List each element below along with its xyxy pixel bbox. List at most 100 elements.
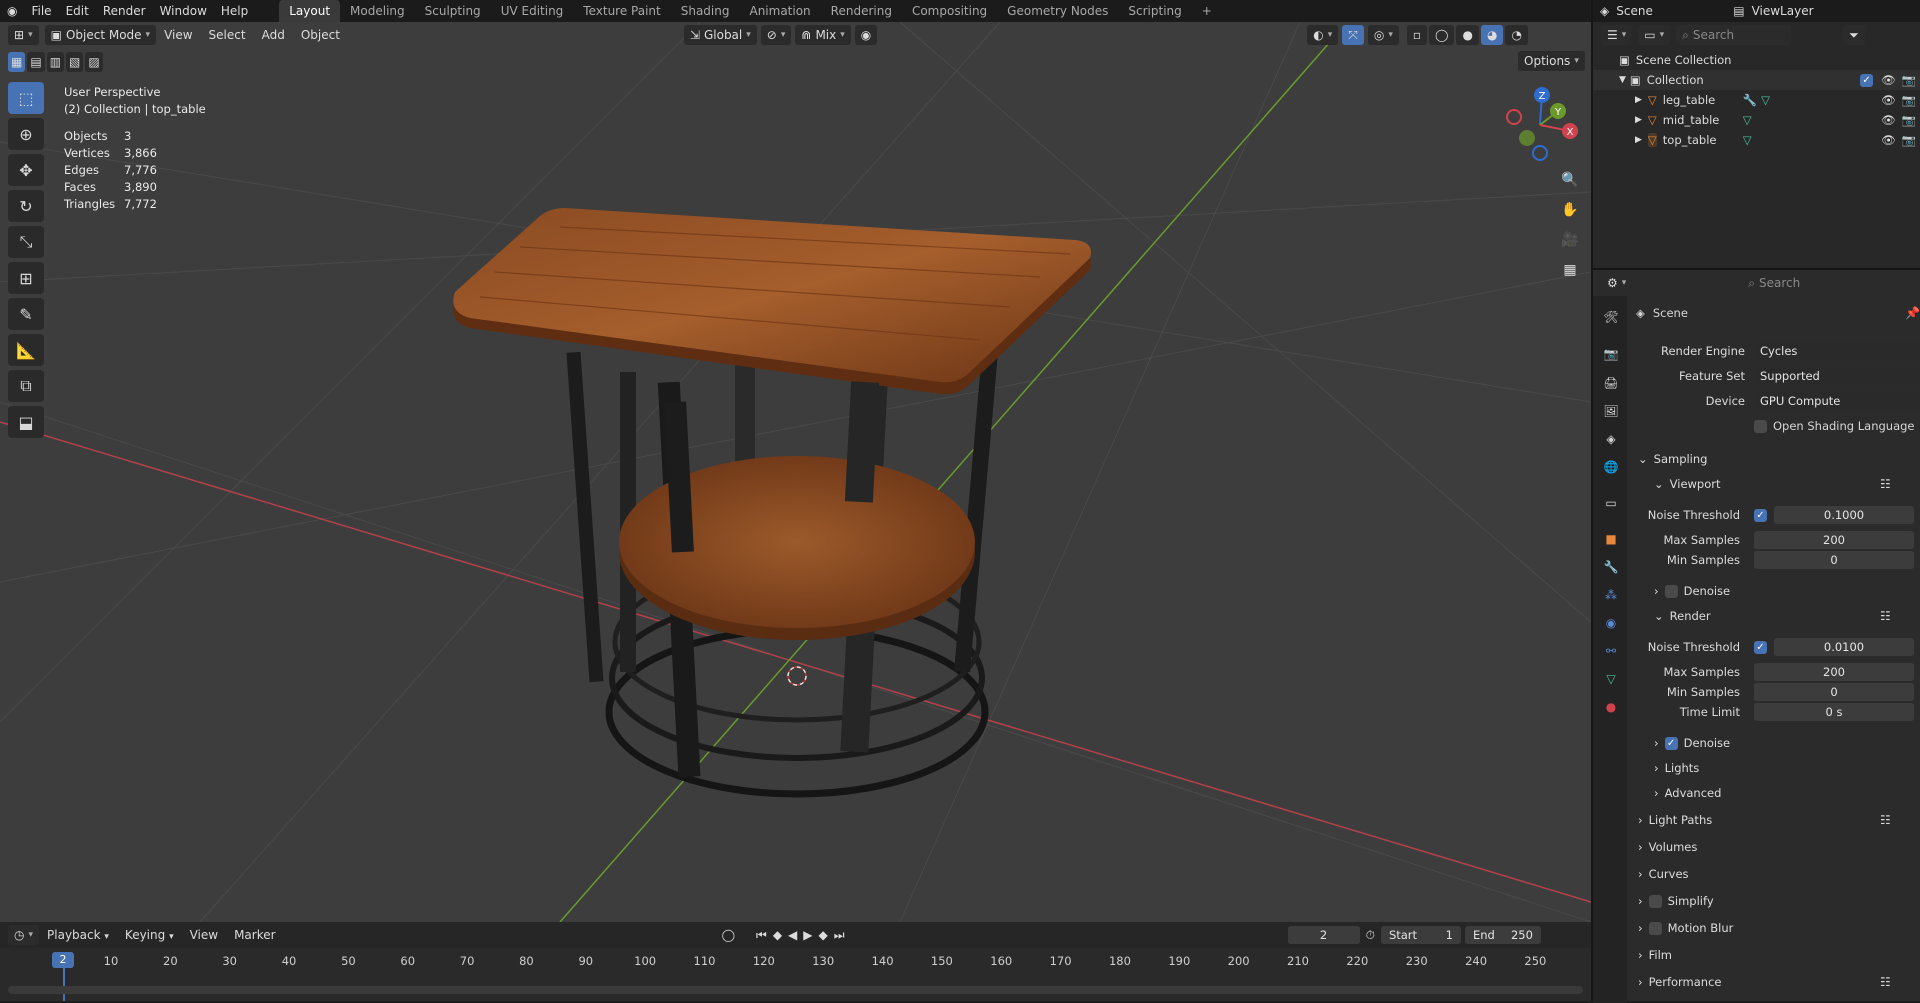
display-mode[interactable]: ▭ ▾	[1638, 25, 1671, 45]
motion-blur-panel[interactable]: › Motion Blur	[1638, 921, 1733, 935]
film-panel[interactable]: › Film	[1638, 948, 1672, 962]
camera-icon[interactable]: 📷	[1902, 93, 1916, 107]
navigation-gizmo[interactable]: Z Y X	[1500, 85, 1580, 165]
tab-animation[interactable]: Animation	[739, 0, 820, 22]
table-model[interactable]	[453, 208, 1092, 798]
properties-editor-type[interactable]: ⚙ ▾	[1601, 273, 1633, 293]
mesh-data-icon[interactable]: ▽	[1761, 93, 1881, 107]
playhead[interactable]: 2	[52, 952, 74, 968]
menu-edit[interactable]: Edit	[59, 0, 96, 22]
prev-keyframe-icon[interactable]: ◆	[770, 928, 785, 942]
proportional-edit-button[interactable]: ◉	[854, 25, 878, 45]
object-tab-icon[interactable]: ■	[1602, 530, 1620, 548]
collection-tab-icon[interactable]: ▭	[1602, 494, 1620, 512]
viewport-denoise-checkbox[interactable]	[1664, 584, 1678, 598]
select-box-tool-icon[interactable]: ⬚	[8, 82, 44, 114]
render-time-limit-field[interactable]: 0 s	[1754, 703, 1914, 721]
scene-tab-icon[interactable]: ◈	[1602, 430, 1620, 448]
cursor-tool-icon[interactable]: ⊕	[8, 118, 44, 150]
tool-tab-icon[interactable]: 🛠	[1602, 308, 1620, 326]
collection-checkbox[interactable]: ✓	[1860, 73, 1874, 87]
3d-viewport[interactable]	[0, 22, 1591, 922]
menu-file[interactable]: File	[24, 0, 58, 22]
modifier-tab-icon[interactable]: 🔧	[1602, 558, 1620, 576]
menu-add[interactable]: Add	[254, 28, 293, 42]
viewport-subpanel-header[interactable]: ⌄ Viewport	[1654, 477, 1721, 491]
gizmo-toggle[interactable]: ⤧	[1342, 25, 1364, 45]
tab-layout[interactable]: Layout	[279, 0, 341, 22]
options-dropdown[interactable]: Options ▾	[1518, 51, 1585, 71]
performance-panel[interactable]: › Performance	[1638, 975, 1721, 989]
eye-icon[interactable]: 👁	[1881, 133, 1896, 147]
light-paths-panel[interactable]: › Light Paths	[1638, 813, 1712, 827]
menu-help[interactable]: Help	[214, 0, 255, 22]
grid-ortho-icon[interactable]: ▦	[1558, 258, 1582, 282]
list-icon[interactable]: ☷	[1880, 813, 1891, 827]
osl-checkbox[interactable]	[1754, 419, 1767, 433]
overlay-toggle[interactable]: ◎ ▾	[1367, 25, 1399, 45]
camera-icon[interactable]: 📷	[1902, 73, 1916, 87]
tab-uv-editing[interactable]: UV Editing	[491, 0, 574, 22]
menu-keying[interactable]: Keying ▾	[117, 928, 182, 942]
sampling-panel-header[interactable]: ⌄ Sampling	[1638, 452, 1707, 466]
camera-view-icon[interactable]: 🎥	[1558, 228, 1582, 252]
menu-playback[interactable]: Playback ▾	[39, 928, 117, 942]
menu-marker[interactable]: Marker	[226, 928, 283, 942]
view-layer-name[interactable]: ViewLayer	[1752, 0, 1821, 22]
add-object-tool-icon[interactable]: ⬓	[8, 406, 44, 438]
scale-tool-icon[interactable]: ⤡	[8, 226, 44, 258]
timeline-scrollbar[interactable]	[8, 986, 1583, 994]
shading-solid[interactable]: ●	[1456, 25, 1479, 45]
volumes-panel[interactable]: › Volumes	[1638, 840, 1697, 854]
render-max-samples-field[interactable]: 200	[1754, 663, 1914, 681]
jump-start-icon[interactable]: ⏮	[753, 928, 770, 943]
view-layer-tab-icon[interactable]: 🖼	[1602, 402, 1620, 420]
select-invert-icon[interactable]: ▧	[66, 52, 84, 72]
render-engine-dropdown[interactable]: Cycles	[1754, 342, 1920, 360]
menu-object[interactable]: Object	[293, 28, 348, 42]
menu-view[interactable]: View	[156, 28, 200, 42]
scene-collection-row[interactable]: ▣ Scene Collection	[1593, 50, 1920, 70]
eye-icon[interactable]: 👁	[1881, 113, 1896, 127]
shading-rendered[interactable]: ◔	[1505, 25, 1528, 45]
start-frame-field[interactable]: Start 1	[1380, 926, 1461, 944]
mesh-data-icon[interactable]: ▽	[1743, 113, 1881, 127]
end-frame-field[interactable]: End 250	[1464, 926, 1541, 944]
select-new-icon[interactable]: ▦	[8, 52, 26, 72]
xray-toggle[interactable]: ▫	[1406, 25, 1428, 45]
shading-wireframe[interactable]: ◯	[1429, 25, 1455, 45]
render-subpanel-header[interactable]: ⌄ Render	[1654, 609, 1711, 623]
list-icon[interactable]: ☷	[1880, 975, 1891, 989]
rotate-tool-icon[interactable]: ↻	[8, 190, 44, 222]
blender-logo-icon[interactable]: ◉	[0, 0, 24, 22]
feature-set-dropdown[interactable]: Supported	[1754, 367, 1920, 385]
camera-icon[interactable]: 📷	[1902, 113, 1916, 127]
tab-modeling[interactable]: Modeling	[340, 0, 415, 22]
scene-icon[interactable]: ◈	[1593, 0, 1616, 22]
viewport-denoise-header[interactable]: › Denoise	[1654, 584, 1730, 598]
menu-render[interactable]: Render	[96, 0, 153, 22]
viewport-noise-threshold-field[interactable]: 0.1000	[1774, 506, 1914, 524]
tab-rendering[interactable]: Rendering	[821, 0, 902, 22]
tab-scripting[interactable]: Scripting	[1118, 0, 1191, 22]
play-reverse-icon[interactable]: ◀	[785, 928, 800, 942]
viewport-min-samples-field[interactable]: 0	[1754, 551, 1914, 569]
filter-icon[interactable]: ⏷	[1843, 25, 1865, 45]
hand-pan-icon[interactable]: ✋	[1558, 198, 1582, 222]
render-noise-threshold-field[interactable]: 0.0100	[1774, 638, 1914, 656]
transform-orientation-dropdown[interactable]: ⇲ Global ▾	[683, 25, 757, 45]
material-tab-icon[interactable]: ●	[1602, 698, 1620, 716]
visibility-dropdown[interactable]: ◐ ▾	[1307, 25, 1339, 45]
eye-icon[interactable]: 👁	[1881, 93, 1896, 107]
render-denoise-checkbox[interactable]: ✓	[1664, 736, 1678, 750]
mode-dropdown[interactable]: ▣ Object Mode ▾	[44, 25, 157, 45]
modifier-icon[interactable]: 🔧	[1743, 93, 1757, 107]
collection-row[interactable]: ▼ ▣ Collection ✓ 👁 📷	[1593, 70, 1920, 90]
outliner-item-mid-table[interactable]: ▶ ▽ mid_table ▽ 👁 📷	[1593, 110, 1920, 130]
tab-sculpting[interactable]: Sculpting	[415, 0, 491, 22]
menu-window[interactable]: Window	[153, 0, 214, 22]
view-layer-icon[interactable]: ▤	[1726, 0, 1751, 22]
tab-compositing[interactable]: Compositing	[902, 0, 997, 22]
measure-tool-icon[interactable]: 📐	[8, 334, 44, 366]
camera-icon[interactable]: 📷	[1902, 133, 1916, 147]
